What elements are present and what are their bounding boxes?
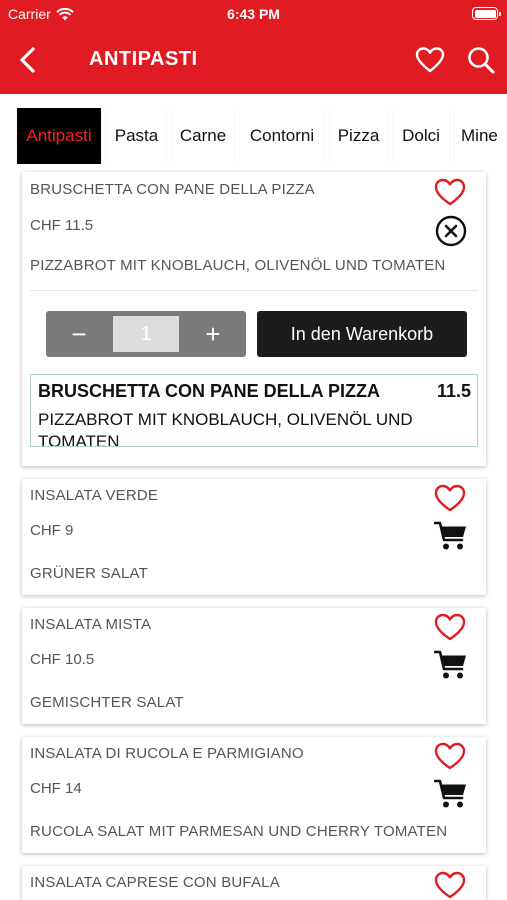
quantity-stepper: − + [46,311,246,357]
favorite-heart-icon[interactable] [433,612,467,642]
product-name: INSALATA CAPRESE CON BUFALA [30,874,280,891]
product-card[interactable]: BRUSCHETTA CON PANE DELLA PIZZA CHF 11.5… [22,172,486,466]
divider [30,290,478,291]
tab-carne[interactable]: Carne [172,108,234,164]
product-description: PIZZABROT MIT KNOBLAUCH, OLIVENÖL UND TO… [30,257,446,274]
tab-pasta[interactable]: Pasta [107,108,166,164]
increase-quantity-button[interactable]: + [180,311,246,357]
search-button[interactable] [465,44,497,76]
cart-icon[interactable] [434,648,468,682]
category-tabs: Antipasti Pasta Carne Contorni Pizza Dol… [0,108,507,164]
product-price: CHF 14 [30,780,82,797]
preview-description: PIZZABROT MIT KNOBLAUCH, OLIVENÖL UND TO… [38,410,413,447]
back-button[interactable] [14,44,42,76]
product-card[interactable]: INSALATA DI RUCOLA E PARMIGIANO CHF 14 R… [22,737,486,853]
decrease-quantity-button[interactable]: − [46,311,112,357]
cart-icon[interactable] [434,777,468,811]
clock: 6:43 PM [227,6,280,22]
favorites-button[interactable] [414,44,446,76]
favorite-heart-icon[interactable] [433,741,467,771]
favorite-heart-icon[interactable] [433,177,467,207]
tab-contorni[interactable]: Contorni [240,108,324,164]
product-name: INSALATA MISTA [30,616,152,633]
cart-icon[interactable] [434,519,468,553]
status-bar: Carrier 6:43 PM [0,0,507,28]
tab-dolci[interactable]: Dolci [393,108,449,164]
product-price: CHF 11.5 [30,217,94,234]
product-name: INSALATA DI RUCOLA E PARMIGIANO [30,745,304,762]
product-card[interactable]: INSALATA VERDE CHF 9 GRÜNER SALAT [22,479,486,595]
quantity-input[interactable] [113,316,179,352]
product-card[interactable]: INSALATA MISTA CHF 10.5 GEMISCHTER SALAT [22,608,486,724]
product-description: RUCOLA SALAT MIT PARMESAN UND CHERRY TOM… [30,823,448,840]
favorite-heart-icon[interactable] [433,483,467,513]
preview-title: BRUSCHETTA CON PANE DELLA PIZZA [38,381,380,401]
preview-price: 11.5 [436,381,471,401]
favorite-heart-icon[interactable] [433,870,467,900]
product-price: CHF 10.5 [30,651,95,668]
app-header: Carrier 6:43 PM ANTIPASTI [0,0,507,94]
tab-pizza[interactable]: Pizza [330,108,387,164]
add-to-cart-button[interactable]: In den Warenkorb [257,311,467,357]
product-description: GRÜNER SALAT [30,565,148,582]
product-description: GEMISCHTER SALAT [30,694,184,711]
page-title: ANTIPASTI [89,48,198,70]
tab-antipasti[interactable]: Antipasti [17,108,101,164]
battery-icon [472,7,501,20]
product-name: INSALATA VERDE [30,487,159,504]
close-icon[interactable] [434,214,468,248]
tab-mine[interactable]: Mine [455,108,507,164]
product-name: BRUSCHETTA CON PANE DELLA PIZZA [30,181,315,198]
product-price: CHF 9 [30,522,74,539]
product-preview: BRUSCHETTA CON PANE DELLA PIZZA 11.5 PIZ… [30,374,478,447]
product-card[interactable]: INSALATA CAPRESE CON BUFALA [22,866,486,900]
